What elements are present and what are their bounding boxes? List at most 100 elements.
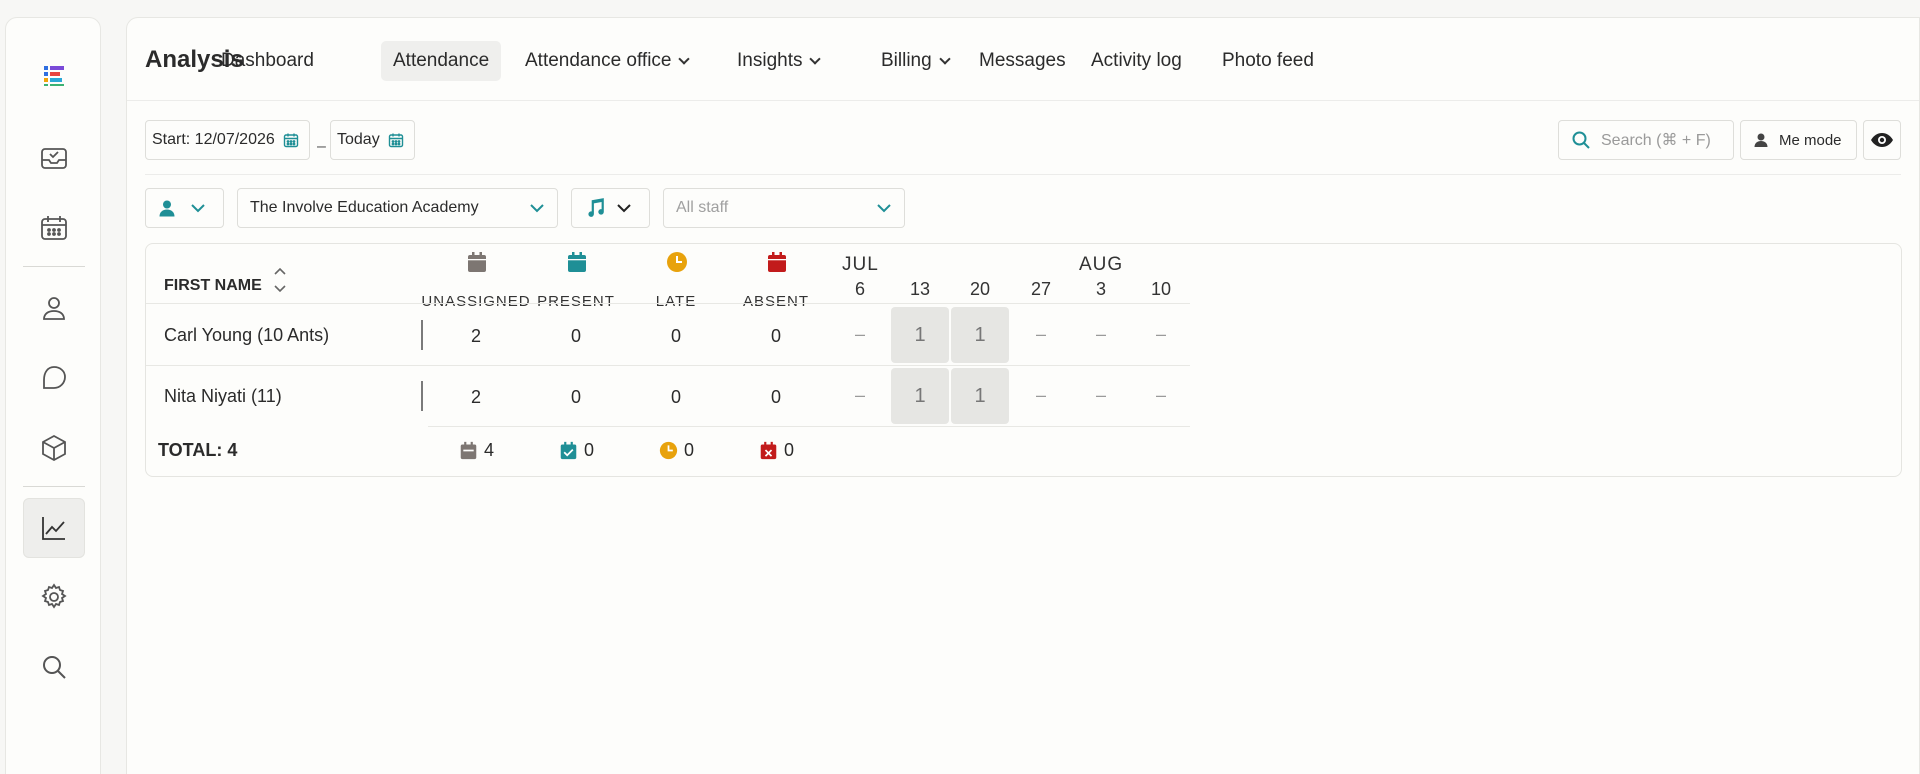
absent-header: ABSENT	[742, 293, 809, 310]
analytics-chart-icon[interactable]	[23, 498, 85, 558]
month-label: AUG	[1079, 254, 1124, 275]
week-cell[interactable]: –	[1073, 324, 1129, 345]
absent-count: 0	[770, 387, 781, 407]
late-clock-icon	[667, 252, 687, 272]
absent-calendar-icon	[768, 252, 786, 272]
late-count: 0	[670, 326, 681, 346]
nav-label: Dashboard	[221, 50, 314, 71]
nav-insights[interactable]: Insights	[725, 41, 831, 81]
inbox-icon[interactable]	[23, 128, 85, 188]
calendar-icon[interactable]	[23, 198, 85, 258]
total-present-value: 0	[584, 440, 595, 460]
late-count: 0	[670, 387, 681, 407]
unassigned-count: 2	[470, 387, 481, 407]
total-late: 0	[659, 440, 694, 461]
start-date-picker[interactable]: Start: 12/07/2026	[145, 120, 310, 160]
total-absent: 0	[759, 440, 794, 461]
top-nav: Analysis Dashboard Attendance Attendance…	[127, 18, 1919, 101]
unassigned-calendar-icon	[468, 252, 486, 272]
search-icon	[1572, 131, 1590, 149]
row-divider	[428, 426, 1190, 427]
nav-billing[interactable]: Billing	[869, 41, 961, 81]
sidebar-divider	[23, 266, 85, 267]
chevron-down-icon	[191, 204, 205, 213]
total-label: TOTAL: 4	[158, 440, 238, 460]
app-logo-icon[interactable]	[23, 45, 85, 105]
student-name[interactable]: Carl Young (10 Ants)	[164, 325, 329, 346]
present-count: 0	[570, 326, 581, 346]
end-date-value: Today	[337, 131, 380, 148]
week-cell[interactable]: –	[1013, 324, 1069, 345]
me-mode-label: Me mode	[1779, 131, 1842, 149]
week-cell-filled[interactable]: 1	[891, 307, 949, 363]
week-cell-filled[interactable]: 1	[951, 368, 1009, 424]
gear-icon[interactable]	[23, 567, 85, 627]
nav-label: Messages	[979, 50, 1066, 71]
school-select[interactable]: The Involve Education Academy	[237, 188, 558, 228]
activity-filter-dropdown[interactable]	[571, 188, 650, 228]
total-late-value: 0	[684, 440, 695, 460]
row-divider	[146, 365, 1190, 366]
calendar-icon	[283, 133, 298, 148]
month-label: JUL	[842, 254, 879, 275]
search-icon[interactable]	[23, 637, 85, 697]
nav-attendance[interactable]: Attendance	[381, 41, 502, 81]
chevron-down-icon	[809, 52, 822, 65]
eye-icon	[1871, 133, 1893, 147]
total-unassigned: 4	[459, 440, 494, 461]
person-icon[interactable]	[23, 278, 85, 338]
visibility-toggle[interactable]	[1863, 120, 1901, 160]
week-cell[interactable]: –	[832, 324, 888, 345]
sidebar	[5, 17, 101, 774]
music-note-icon	[588, 198, 604, 217]
nav-photo-feed[interactable]: Photo feed	[1210, 41, 1326, 81]
sort-icon[interactable]	[272, 264, 288, 296]
week-cell-filled[interactable]: 1	[951, 307, 1009, 363]
school-select-value: The Involve Education Academy	[250, 199, 479, 216]
column-divider	[421, 320, 423, 350]
nav-messages[interactable]: Messages	[967, 41, 1078, 81]
nav-dashboard[interactable]: Dashboard	[209, 41, 326, 81]
me-mode-button[interactable]: Me mode	[1740, 120, 1857, 160]
present-calendar-icon	[560, 441, 577, 460]
person-filter-dropdown[interactable]	[145, 188, 224, 228]
row-divider	[146, 303, 1190, 304]
search-placeholder: Search (⌘ + F)	[1601, 132, 1711, 149]
nav-activity-log[interactable]: Activity log	[1079, 41, 1194, 81]
staff-select[interactable]: All staff	[663, 188, 905, 228]
first-name-header[interactable]: FIRST NAME	[164, 277, 262, 295]
chevron-down-icon	[877, 204, 891, 213]
attendance-table: FIRST NAME UNASSIGNED PRESENT LATE ABSEN…	[145, 243, 1902, 477]
late-clock-icon	[659, 441, 678, 460]
chat-bubble-icon[interactable]	[23, 348, 85, 408]
search-input[interactable]: Search (⌘ + F)	[1558, 120, 1734, 160]
staff-select-placeholder: All staff	[676, 199, 729, 216]
nav-label: Activity log	[1091, 50, 1182, 71]
week-label: 3	[1095, 279, 1106, 299]
chevron-down-icon	[530, 204, 544, 213]
nav-attendance-office[interactable]: Attendance office	[513, 41, 700, 81]
nav-label: Photo feed	[1222, 50, 1314, 71]
absent-calendar-icon	[760, 441, 777, 460]
total-present: 0	[559, 440, 594, 461]
week-label: 13	[909, 279, 931, 299]
person-icon	[159, 200, 175, 217]
box-icon[interactable]	[23, 418, 85, 478]
nav-label: Attendance office	[525, 50, 672, 71]
unassigned-count: 2	[470, 326, 481, 346]
week-cell[interactable]: –	[832, 385, 888, 406]
week-cell[interactable]: –	[1013, 385, 1069, 406]
student-name[interactable]: Nita Niyati (11)	[164, 386, 282, 407]
week-label: 20	[969, 279, 991, 299]
main-panel: Analysis Dashboard Attendance Attendance…	[126, 17, 1920, 774]
week-cell[interactable]: –	[1133, 324, 1189, 345]
chevron-down-icon	[939, 52, 951, 65]
week-cell[interactable]: –	[1133, 385, 1189, 406]
chevron-down-icon	[617, 204, 631, 213]
week-cell[interactable]: –	[1073, 385, 1129, 406]
end-date-picker[interactable]: Today	[330, 120, 415, 160]
week-label: 10	[1150, 279, 1172, 299]
unassigned-calendar-icon	[460, 441, 477, 460]
nav-label: Billing	[881, 50, 932, 71]
week-cell-filled[interactable]: 1	[891, 368, 949, 424]
